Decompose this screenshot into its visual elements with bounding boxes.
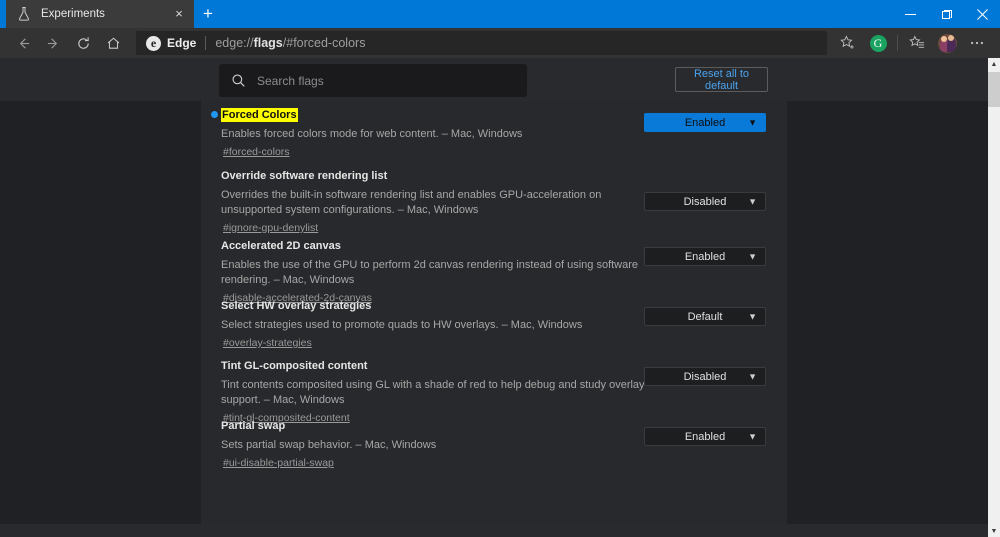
back-arrow-icon[interactable] [8, 30, 38, 56]
flag-description: Tint contents composited using GL with a… [221, 379, 645, 406]
flags-list: Forced Colors Enables forced colors mode… [0, 101, 988, 537]
browser-tab-experiments[interactable]: Experiments × [6, 0, 194, 28]
scroll-down-arrow-icon[interactable]: ▼ [988, 525, 1000, 537]
flag-row: Forced Colors Enables forced colors mode… [201, 105, 787, 165]
flags-panel: Forced Colors Enables forced colors mode… [201, 101, 787, 537]
flag-description: Enables the use of the GPU to perform 2d… [221, 259, 639, 286]
ellipsis-icon[interactable] [962, 30, 992, 56]
flag-modified-dot [211, 111, 218, 118]
new-tab-button[interactable]: + [194, 0, 222, 28]
avatar[interactable] [932, 30, 962, 56]
flag-title: Tint GL-composited content [221, 360, 368, 372]
collections-icon[interactable] [902, 30, 932, 56]
flag-value-label: Enabled [684, 430, 726, 443]
search-flags-box[interactable] [219, 64, 527, 97]
browser-toolbar: e Edge edge://flags/#forced-colors G [0, 28, 1000, 58]
flag-row: Tint GL-composited content Tint contents… [201, 356, 787, 424]
url-suffix: /#forced-colors [282, 36, 366, 50]
flag-value-select[interactable]: Enabled ▼ [644, 427, 766, 446]
flag-row: Select HW overlay strategies Select stra… [201, 296, 787, 351]
toolbar-divider [897, 35, 898, 51]
forward-arrow-icon[interactable] [38, 30, 68, 56]
flag-anchor-link[interactable]: #ui-disable-partial-swap [223, 457, 334, 469]
chevron-down-icon: ▼ [748, 311, 757, 321]
flag-title: Accelerated 2D canvas [221, 240, 341, 252]
search-input[interactable] [257, 73, 515, 88]
flag-title: Forced Colors [221, 108, 298, 122]
flag-value-label: Default [687, 310, 723, 323]
flag-row: Override software rendering list Overrid… [201, 166, 787, 234]
flag-title: Override software rendering list [221, 170, 388, 182]
reset-all-to-default-button[interactable]: Reset all to default [675, 67, 768, 92]
flag-value-label: Enabled [684, 116, 726, 129]
close-icon[interactable] [964, 0, 1000, 28]
edge-brand-badge: e Edge [146, 35, 197, 51]
extension-glyph: G [869, 34, 887, 52]
tab-title: Experiments [41, 8, 105, 20]
search-icon [231, 73, 247, 88]
flag-title: Select HW overlay strategies [221, 300, 372, 312]
flag-anchor-link[interactable]: #overlay-strategies [223, 337, 312, 349]
edge-brand-label: Edge [167, 36, 197, 50]
flag-anchor-link[interactable]: #ignore-gpu-denylist [223, 222, 318, 234]
address-bar[interactable]: e Edge edge://flags/#forced-colors [136, 31, 827, 55]
edge-logo-icon: e [146, 35, 161, 51]
home-icon[interactable] [98, 30, 128, 56]
restart-bar: Your changes will take effect after you … [0, 524, 988, 537]
flag-value-select[interactable]: Enabled ▼ [644, 113, 766, 132]
flag-title: Partial swap [221, 420, 286, 432]
page-scrollbar[interactable]: ▲ ▼ [988, 58, 1000, 537]
flag-value-label: Enabled [684, 250, 726, 263]
flag-value-label: Disabled [683, 370, 727, 383]
chevron-down-icon: ▼ [748, 196, 757, 206]
chevron-down-icon: ▼ [748, 117, 757, 127]
url-domain: flags [253, 36, 283, 50]
flag-value-select[interactable]: Default ▼ [644, 307, 766, 326]
flag-value-select[interactable]: Disabled ▼ [644, 367, 766, 386]
star-add-icon[interactable] [833, 30, 863, 56]
flag-value-select[interactable]: Disabled ▼ [644, 192, 766, 211]
chevron-down-icon: ▼ [748, 251, 757, 261]
extension-badge-icon[interactable]: G [863, 30, 893, 56]
toolbar-right-group: G [833, 30, 992, 56]
chevron-down-icon: ▼ [748, 371, 757, 381]
url-prefix: edge:// [215, 36, 254, 50]
flag-value-select[interactable]: Enabled ▼ [644, 247, 766, 266]
flag-row: Partial swap Sets partial swap behavior.… [201, 416, 787, 471]
flag-description: Select strategies used to promote quads … [221, 319, 583, 331]
flag-description: Overrides the built-in software renderin… [221, 189, 602, 216]
flag-description: Enables forced colors mode for web conte… [221, 128, 523, 140]
url-text: edge://flags/#forced-colors [215, 36, 365, 50]
flag-description: Sets partial swap behavior. – Mac, Windo… [221, 439, 437, 451]
flag-value-label: Disabled [683, 195, 727, 208]
flag-row: Accelerated 2D canvas Enables the use of… [201, 236, 787, 304]
scroll-up-arrow-icon[interactable]: ▲ [988, 58, 1000, 70]
flags-header: Reset all to default [0, 58, 988, 101]
omnibox-divider [205, 36, 207, 50]
window-controls [892, 0, 1000, 28]
scrollbar-thumb[interactable] [988, 72, 1000, 107]
flag-anchor-link[interactable]: #forced-colors [223, 146, 290, 158]
close-icon[interactable]: × [170, 5, 188, 23]
refresh-icon[interactable] [68, 30, 98, 56]
flask-icon [16, 6, 32, 22]
minimize-icon[interactable] [892, 0, 928, 28]
title-bar: Experiments × + [0, 0, 1000, 28]
page-content: Reset all to default Forced Colors Enabl… [0, 58, 988, 537]
maximize-icon[interactable] [928, 0, 964, 28]
chevron-down-icon: ▼ [748, 431, 757, 441]
